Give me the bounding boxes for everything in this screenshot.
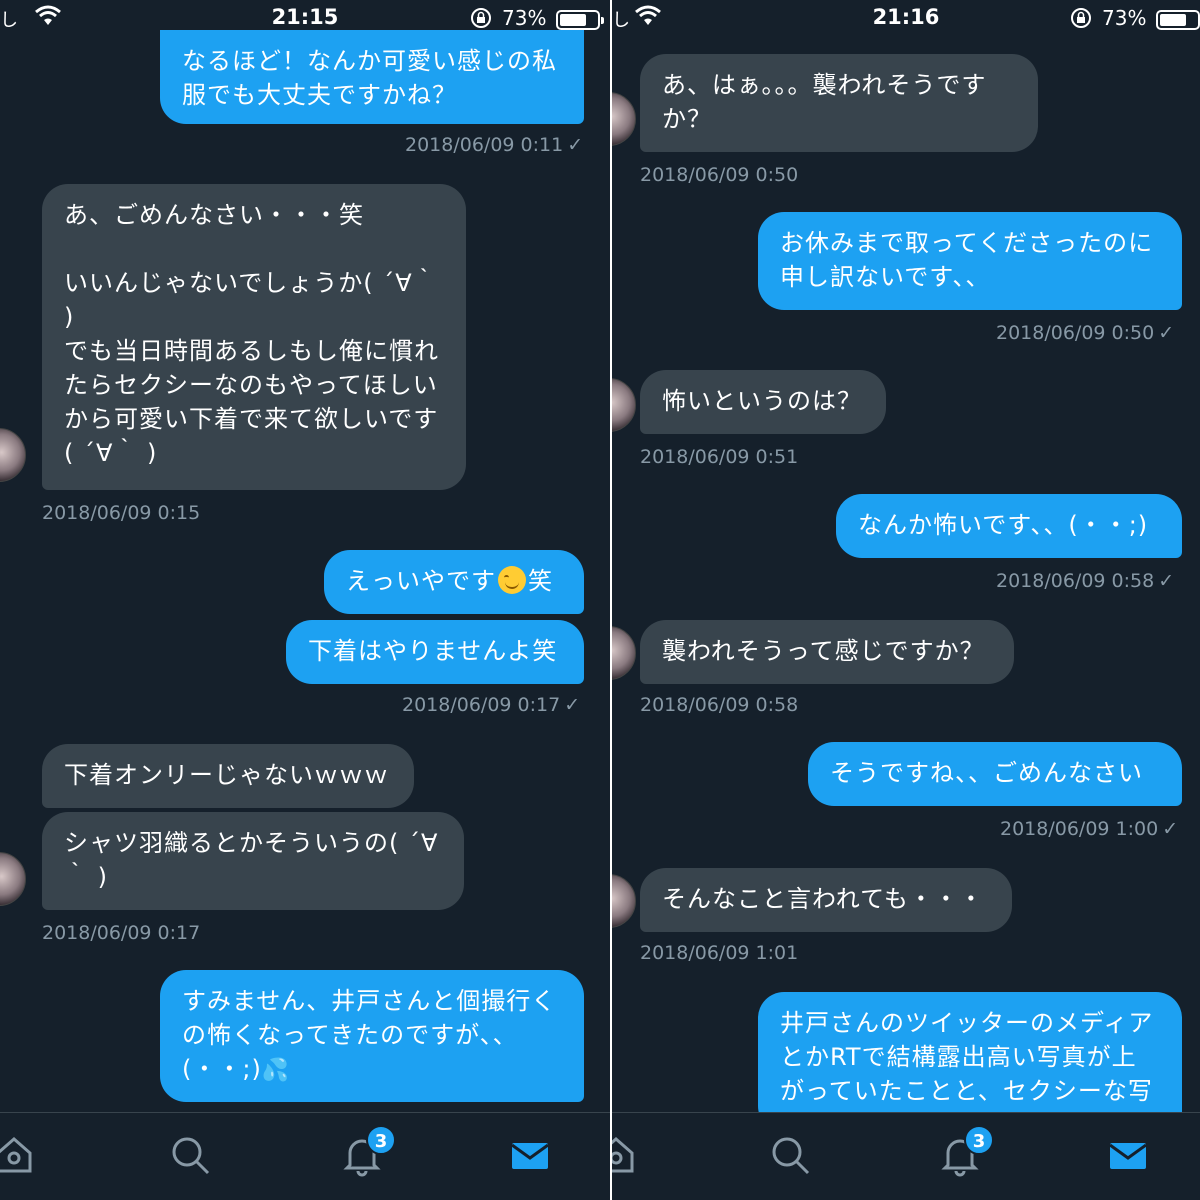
status-bar: し 21:16 73% bbox=[612, 0, 1200, 36]
battery-percent: 73% bbox=[1102, 6, 1147, 30]
avatar[interactable] bbox=[0, 852, 26, 906]
message-bubble-received[interactable]: あ、ごめんなさい・・・笑 いいんじゃないでしょうか( ´∀｀ ) でも当日時間あ… bbox=[42, 184, 466, 490]
notification-badge: 3 bbox=[366, 1125, 396, 1155]
message-bubble-received[interactable]: そんなこと言われても・・・ bbox=[640, 868, 1012, 932]
avatar[interactable] bbox=[612, 626, 636, 680]
envelope-icon bbox=[511, 1143, 549, 1169]
smiling-face-emoji bbox=[498, 566, 526, 594]
message-bubble-sent[interactable]: すみません、井戸さんと個撮行くの怖くなってきたのですが、、(・・;)💦 bbox=[160, 970, 584, 1102]
message-bubble-received[interactable]: 襲われそうって感じですか？ bbox=[640, 620, 1014, 684]
status-bar: し 21:15 73% bbox=[0, 0, 610, 36]
dm-screen-right: し 21:16 73% あ、はぁ。。。襲われそうですか？ 2018/06/09 … bbox=[612, 0, 1200, 1200]
message-bubble-sent[interactable]: 井戸さんのツイッターのメディアとかRTで結構露出高い写真が上がっていたことと、セ… bbox=[758, 992, 1182, 1132]
home-icon bbox=[612, 1137, 634, 1173]
message-timestamp: 2018/06/09 0:58 ✓ bbox=[996, 570, 1175, 592]
message-bubble-sent[interactable]: そうですね、、ごめんなさい bbox=[808, 742, 1182, 806]
tab-messages[interactable] bbox=[508, 1133, 558, 1183]
avatar[interactable] bbox=[612, 92, 636, 146]
message-bubble-received[interactable]: 怖いというのは？ bbox=[640, 370, 886, 434]
message-timestamp: 2018/06/09 1:01 bbox=[640, 942, 799, 964]
message-timestamp: 2018/06/09 0:17 ✓ bbox=[402, 694, 581, 716]
message-timestamp: 2018/06/09 0:15 bbox=[42, 502, 201, 524]
tab-bar: 3 bbox=[612, 1112, 1200, 1200]
message-bubble-received[interactable]: 下着オンリーじゃないｗｗｗ bbox=[42, 744, 414, 808]
rotation-lock-icon bbox=[1071, 8, 1091, 28]
message-bubble-sent[interactable]: なんか怖いです、、(・・;) bbox=[836, 494, 1182, 558]
tab-notifications[interactable]: 3 bbox=[340, 1125, 396, 1183]
tab-search[interactable] bbox=[768, 1133, 818, 1183]
tab-notifications[interactable]: 3 bbox=[938, 1125, 994, 1183]
message-timestamp: 2018/06/09 0:51 bbox=[640, 446, 799, 468]
message-bubble-sent[interactable]: お休みまで取ってくださったのに申し訳ないです、、 bbox=[758, 212, 1182, 310]
avatar[interactable] bbox=[612, 874, 636, 928]
message-timestamp: 2018/06/09 0:50 bbox=[640, 164, 799, 186]
search-icon bbox=[172, 1137, 210, 1175]
notification-badge: 3 bbox=[964, 1125, 994, 1155]
message-bubble-received[interactable]: あ、はぁ。。。襲われそうですか？ bbox=[640, 54, 1038, 152]
avatar[interactable] bbox=[612, 378, 636, 432]
message-timestamp: 2018/06/09 1:00 ✓ bbox=[1000, 818, 1179, 840]
tab-messages[interactable] bbox=[1106, 1133, 1156, 1183]
battery-percent: 73% bbox=[502, 6, 547, 30]
message-bubble-received[interactable]: シャツ羽織るとかそういうの( ´∀｀ ) bbox=[42, 812, 464, 910]
message-timestamp: 2018/06/09 0:50 ✓ bbox=[996, 322, 1175, 344]
battery-icon bbox=[556, 10, 604, 30]
home-icon bbox=[0, 1137, 32, 1173]
message-bubble-sent[interactable]: えっいやです笑 bbox=[324, 550, 584, 614]
battery-level bbox=[1160, 14, 1186, 26]
tab-home[interactable] bbox=[0, 1133, 42, 1183]
avatar[interactable] bbox=[0, 428, 26, 482]
sweat-droplets-emoji: 💦 bbox=[261, 1058, 291, 1083]
tab-bar: 3 bbox=[0, 1112, 610, 1200]
rotation-lock-icon bbox=[471, 8, 491, 28]
battery-level bbox=[560, 14, 586, 26]
message-timestamp: 2018/06/09 0:58 bbox=[640, 694, 799, 716]
battery-icon bbox=[1156, 10, 1200, 30]
tab-search[interactable] bbox=[168, 1133, 218, 1183]
message-bubble-sent[interactable]: なるほど！なんか可愛い感じの私服でも大丈夫ですかね？ bbox=[160, 30, 584, 124]
search-icon bbox=[772, 1137, 810, 1175]
envelope-icon bbox=[1109, 1143, 1147, 1169]
message-timestamp: 2018/06/09 0:11 ✓ bbox=[405, 134, 584, 156]
message-timestamp: 2018/06/09 0:17 bbox=[42, 922, 201, 944]
message-bubble-sent[interactable]: 下着はやりませんよ笑 bbox=[286, 620, 584, 684]
tab-home[interactable] bbox=[612, 1133, 644, 1183]
dm-screen-left: し 21:15 73% なるほど！なんか可愛い感じの私服でも大丈夫ですかね？ 2… bbox=[0, 0, 610, 1200]
